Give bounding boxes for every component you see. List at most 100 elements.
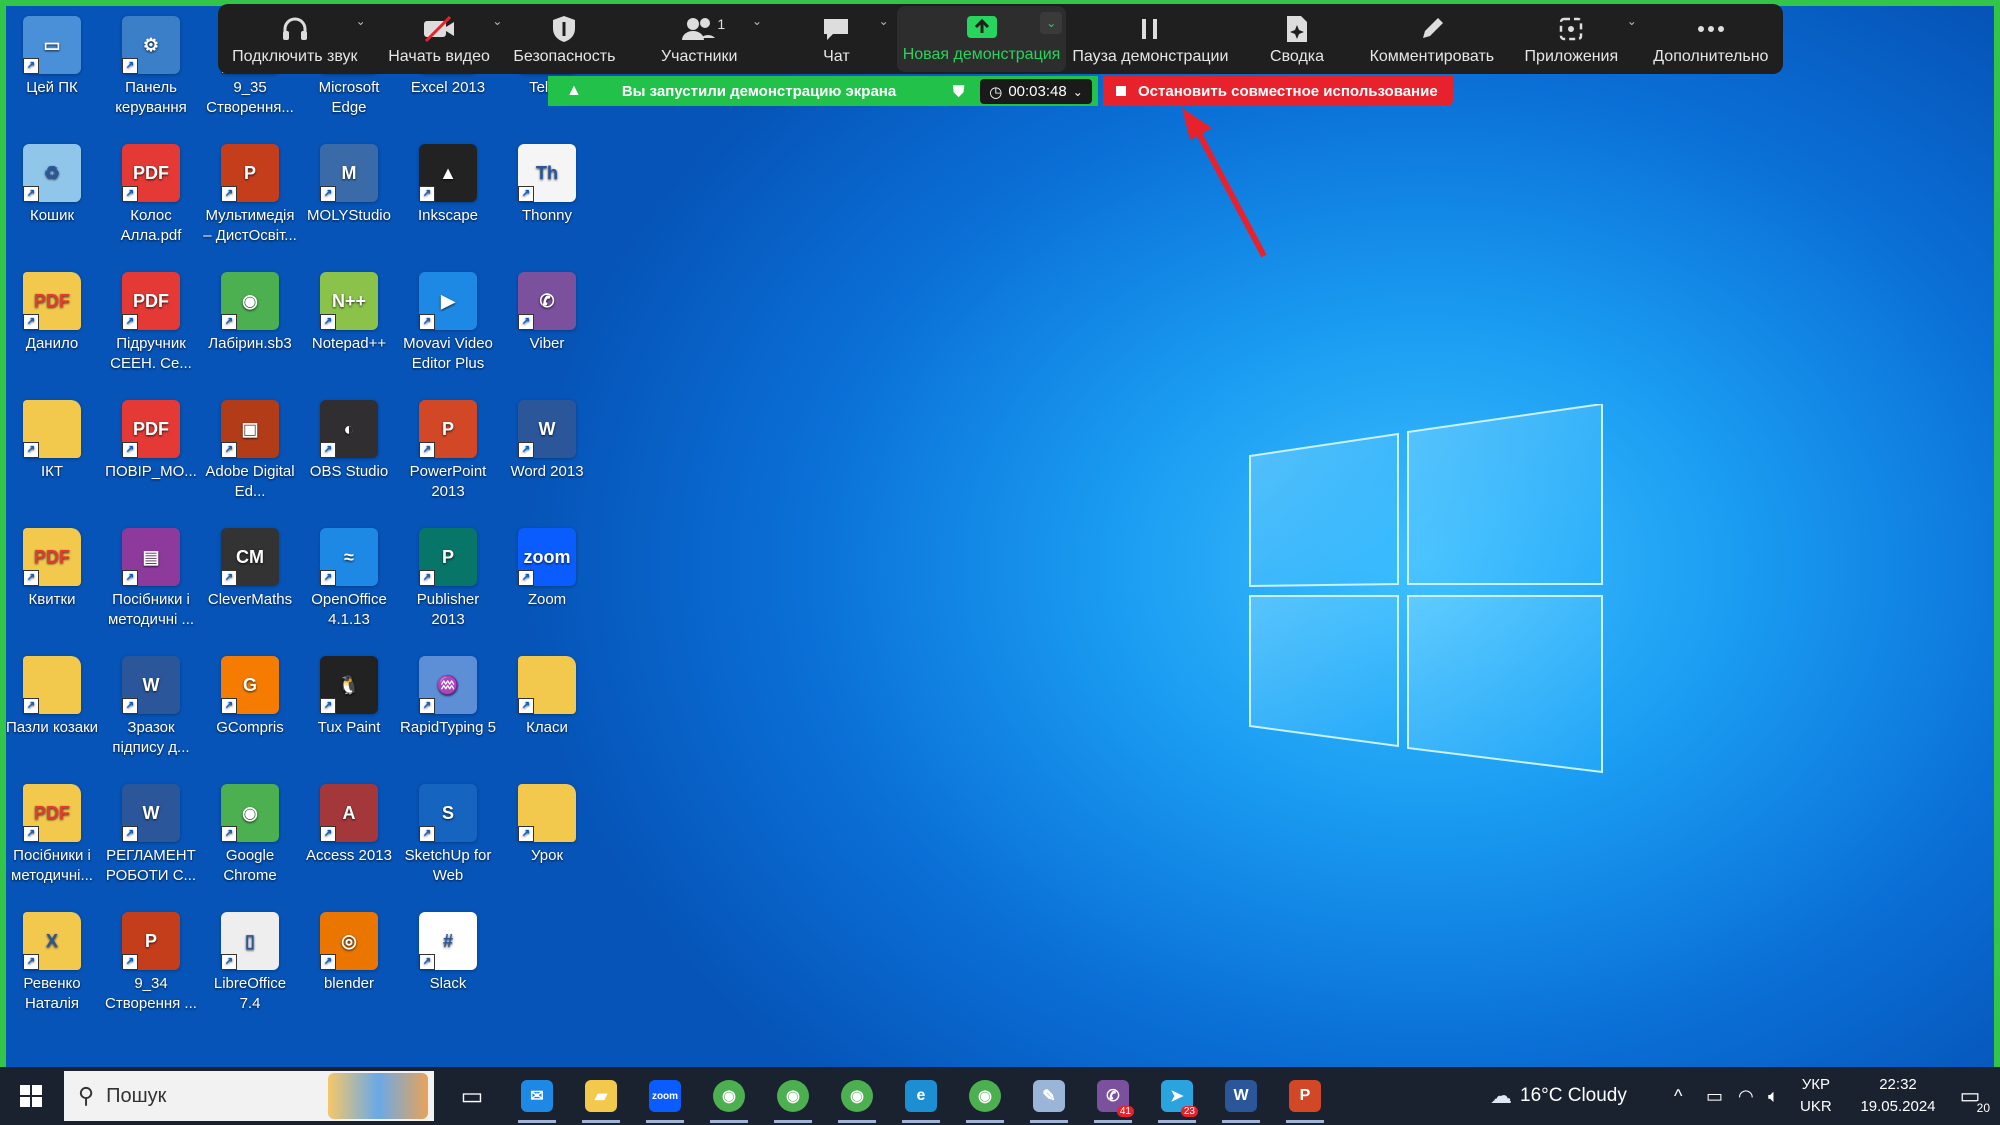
stop-share-button[interactable]: Остановить совместное использование: [1103, 76, 1453, 106]
annotation-arrow: [1182, 108, 1267, 258]
chat-button[interactable]: Чат ⌄: [776, 4, 897, 74]
video-button[interactable]: Начать видео ⌄: [372, 4, 507, 74]
desktop-icon[interactable]: P ↗ Мультимедія – ДистОсвіт...: [202, 144, 298, 246]
desktop-icon[interactable]: PDF ↗ ПОВІР_МО...: [103, 400, 199, 482]
language-indicator[interactable]: УКР UKR: [1800, 1067, 1832, 1125]
desktop-icon[interactable]: ↗ Класи: [499, 656, 595, 738]
new-share-button[interactable]: Новая демонстрация ⌄: [896, 6, 1067, 72]
desktop-icon[interactable]: ▲ ↗ Inkscape: [400, 144, 496, 226]
desktop-icon[interactable]: ≈ ↗ OpenOffice 4.1.13: [301, 528, 397, 630]
desktop-icon[interactable]: zoom ↗ Zoom: [499, 528, 595, 610]
chevron-down-icon[interactable]: ⌄: [1040, 12, 1063, 34]
folder-icon: ↗: [23, 400, 81, 458]
taskbar-app-mail[interactable]: ✉: [508, 1067, 566, 1125]
shortcut-arrow-icon: ↗: [122, 442, 138, 458]
notifications-button[interactable]: ▭ 20: [1948, 1067, 1992, 1125]
chevron-down-icon[interactable]: ⌄: [879, 14, 889, 28]
chevron-down-icon[interactable]: ⌄: [356, 14, 366, 28]
taskbar-app-telegram[interactable]: ➤ 23: [1148, 1067, 1206, 1125]
desktop-icon[interactable]: Th ↗ Thonny: [499, 144, 595, 226]
desktop-icon[interactable]: S ↗ SketchUp for Web: [400, 784, 496, 886]
taskbar-app-zoom[interactable]: zoom: [636, 1067, 694, 1125]
security-button[interactable]: Безопасность: [506, 4, 622, 74]
desktop-icon[interactable]: ▯ ↗ LibreOffice 7.4: [202, 912, 298, 1014]
taskbar-search-box[interactable]: ⚲ Пошук: [64, 1071, 434, 1121]
desktop-icon[interactable]: ▭ ↗ Цей ПК: [6, 16, 100, 98]
taskbar-app-file-explorer[interactable]: ▰: [572, 1067, 630, 1125]
desktop-icon[interactable]: PDF ↗ Колос Алла.pdf: [103, 144, 199, 246]
desktop-icon[interactable]: X ↗ Ревенко Наталія: [6, 912, 100, 1014]
desktop-icon[interactable]: ⚙ ↗ Панель керування: [103, 16, 199, 118]
taskbar-app-word[interactable]: W: [1212, 1067, 1270, 1125]
desktop-icon[interactable]: ◎ ↗ blender: [301, 912, 397, 994]
desktop-icon[interactable]: P ↗ 9_34 Створення ...: [103, 912, 199, 1014]
desktop-icon[interactable]: PDF ↗ Данило: [6, 272, 100, 354]
desktop-icon[interactable]: P ↗ PowerPoint 2013: [400, 400, 496, 502]
chevron-down-icon[interactable]: ⌄: [752, 14, 762, 28]
chevron-down-icon[interactable]: ⌄: [1627, 14, 1637, 28]
taskbar-app-chrome[interactable]: ◉: [764, 1067, 822, 1125]
new-share-label: Новая демонстрация: [902, 46, 1061, 63]
desktop-icon[interactable]: ↗ ІКТ: [6, 400, 100, 482]
volume-icon[interactable]: 🔈︎: [1768, 1067, 1779, 1125]
desktop-icon[interactable]: 🐧 ↗ Tux Paint: [301, 656, 397, 738]
desktop-icon[interactable]: G ↗ GCompris: [202, 656, 298, 738]
desktop-icon[interactable]: P ↗ Publisher 2013: [400, 528, 496, 630]
taskbar-app-powerpoint[interactable]: P: [1276, 1067, 1334, 1125]
chevron-down-icon[interactable]: ⌄: [492, 14, 502, 28]
desktop-icon[interactable]: ▣ ↗ Adobe Digital Ed...: [202, 400, 298, 502]
shortcut-arrow-icon: ↗: [23, 570, 39, 586]
drag-handle-icon[interactable]: ▲: [566, 82, 582, 100]
desktop-icon[interactable]: ▶ ↗ Movavi Video Editor Plus: [400, 272, 496, 374]
weather-widget[interactable]: ☁ 16°C Cloudy: [1490, 1067, 1627, 1125]
start-button[interactable]: [0, 1067, 62, 1125]
desktop-icon[interactable]: PDF ↗ Підручник СЕЕН. Се...: [103, 272, 199, 374]
share-timer[interactable]: ◷ 00:03:48 ⌄: [980, 79, 1092, 104]
show-hidden-icons-button[interactable]: ^: [1674, 1067, 1682, 1125]
pause-share-button[interactable]: Пауза демонстрации: [1066, 4, 1234, 74]
desktop-icon[interactable]: ◉ ↗ Лабірин.sb3: [202, 272, 298, 354]
desktop-icon[interactable]: ↗ Урок: [499, 784, 595, 866]
desktop-icon[interactable]: PDF ↗ Посібники і методичні...: [6, 784, 100, 886]
obs-icon: ◐ ↗: [320, 400, 378, 458]
taskbar-app-chrome[interactable]: ◉: [828, 1067, 886, 1125]
desktop-icon[interactable]: ♒ ↗ RapidTyping 5: [400, 656, 496, 738]
taskbar-app-viber[interactable]: ✆ 41: [1084, 1067, 1142, 1125]
desktop-icon[interactable]: W ↗ РЕГЛАМЕНТ РОБОТИ С...: [103, 784, 199, 886]
desktop-icon-label: SketchUp for Web: [404, 847, 492, 884]
desktop-icon[interactable]: ✆ ↗ Viber: [499, 272, 595, 354]
desktop-icon[interactable]: A ↗ Access 2013: [301, 784, 397, 866]
desktop-icon[interactable]: ▤ ↗ Посібники і методичні ...: [103, 528, 199, 630]
movavi-icon: ▶ ↗: [419, 272, 477, 330]
desktop-icon[interactable]: W ↗ Зразок підпису д...: [103, 656, 199, 758]
desktop-icon[interactable]: ↗ Пазли козаки: [6, 656, 100, 738]
task-view-button[interactable]: ▭: [444, 1067, 500, 1125]
taskbar-app-chrome[interactable]: ◉: [956, 1067, 1014, 1125]
shortcut-arrow-icon: ↗: [320, 442, 336, 458]
desktop-icon[interactable]: ♻ ↗ Кошик: [6, 144, 100, 226]
more-button[interactable]: Дополнительно: [1639, 4, 1783, 74]
apps-button[interactable]: Приложения ⌄: [1504, 4, 1639, 74]
access-icon: A ↗: [320, 784, 378, 842]
desktop-icon[interactable]: ◐ ↗ OBS Studio: [301, 400, 397, 482]
battery-icon[interactable]: ▭: [1706, 1067, 1723, 1125]
desktop-icon[interactable]: M ↗ MOLYStudio: [301, 144, 397, 226]
summary-button[interactable]: Сводка: [1234, 4, 1359, 74]
annotate-button[interactable]: Комментировать: [1360, 4, 1504, 74]
participants-button[interactable]: 1 Участники ⌄: [622, 4, 776, 74]
desktop-icon[interactable]: W ↗ Word 2013: [499, 400, 595, 482]
desktop-icon[interactable]: # ↗ Slack: [400, 912, 496, 994]
clock[interactable]: 22:32 19.05.2024: [1848, 1067, 1948, 1125]
control-panel-icon: ⚙ ↗: [122, 16, 180, 74]
desktop-icon[interactable]: ◉ ↗ Google Chrome: [202, 784, 298, 886]
taskbar-app-chrome[interactable]: ◉: [700, 1067, 758, 1125]
audio-button[interactable]: Подключить звук ⌄: [218, 4, 372, 74]
taskbar-app-edge[interactable]: e: [892, 1067, 950, 1125]
desktop-icon[interactable]: N++ ↗ Notepad++: [301, 272, 397, 354]
desktop-icon[interactable]: PDF ↗ Квитки: [6, 528, 100, 610]
wifi-icon[interactable]: ◠: [1738, 1067, 1754, 1125]
word-doc-icon: W ↗: [122, 656, 180, 714]
taskbar-app-paint[interactable]: ✎: [1020, 1067, 1078, 1125]
desktop-icon[interactable]: CM ↗ CleverMaths: [202, 528, 298, 610]
desktop-icon-label: Notepad++: [311, 335, 387, 352]
